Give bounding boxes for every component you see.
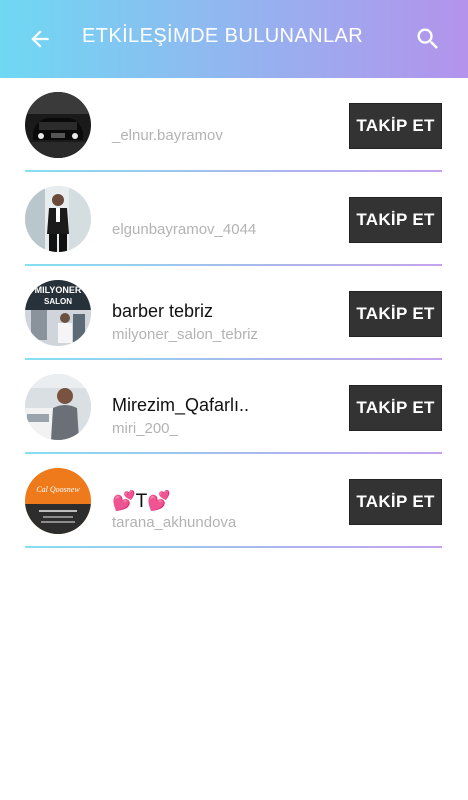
follow-button[interactable]: TAKİP ET <box>349 385 442 431</box>
avatar[interactable]: MILYONER SALON <box>25 280 91 346</box>
salon-sign-text: MILYONER <box>35 285 82 295</box>
search-icon <box>417 28 438 49</box>
follow-button[interactable]: TAKİP ET <box>349 479 442 525</box>
app-bar: ETKİLEŞİMDE BULUNANLAR <box>0 0 468 78</box>
username: miri_200_ <box>112 420 178 437</box>
list-item[interactable]: Cal Qoosnew 💕T💕 tarana_akhundova TAKİP E… <box>0 454 468 548</box>
list-item[interactable]: Mirezim_Qafarlı.. miri_200_ TAKİP ET <box>0 360 468 454</box>
list-item[interactable]: MILYONER SALON barber tebriz milyoner_sa… <box>0 266 468 360</box>
list-item[interactable]: elgunbayramov_4044 TAKİP ET <box>0 172 468 266</box>
display-name: Mirezim_Qafarlı.. <box>112 395 250 415</box>
divider <box>25 546 442 548</box>
follow-button[interactable]: TAKİP ET <box>349 103 442 149</box>
follow-button[interactable]: TAKİP ET <box>349 197 442 243</box>
page-title: ETKİLEŞİMDE BULUNANLAR <box>82 25 364 47</box>
interactions-list: _elnur.bayramov TAKİP ET elgunbayramov_4… <box>0 78 468 548</box>
follow-button[interactable]: TAKİP ET <box>349 291 442 337</box>
arrow-left-icon <box>31 30 49 48</box>
avatar[interactable] <box>25 374 91 440</box>
avatar[interactable] <box>25 92 91 158</box>
bakery-logo-text: Cal Qoosnew <box>36 485 80 494</box>
username: milyoner_salon_tebriz <box>112 326 258 343</box>
avatar[interactable]: Cal Qoosnew <box>25 468 91 534</box>
search-button[interactable] <box>410 21 446 57</box>
back-button[interactable] <box>22 21 58 57</box>
avatar[interactable] <box>25 186 91 252</box>
display-name: 💕T💕 <box>112 491 171 512</box>
username: _elnur.bayramov <box>112 127 223 144</box>
list-item[interactable]: _elnur.bayramov TAKİP ET <box>0 78 468 172</box>
display-name: barber tebriz <box>112 301 214 321</box>
svg-text:SALON: SALON <box>44 297 72 306</box>
username: tarana_akhundova <box>112 514 237 531</box>
username: elgunbayramov_4044 <box>112 221 257 238</box>
